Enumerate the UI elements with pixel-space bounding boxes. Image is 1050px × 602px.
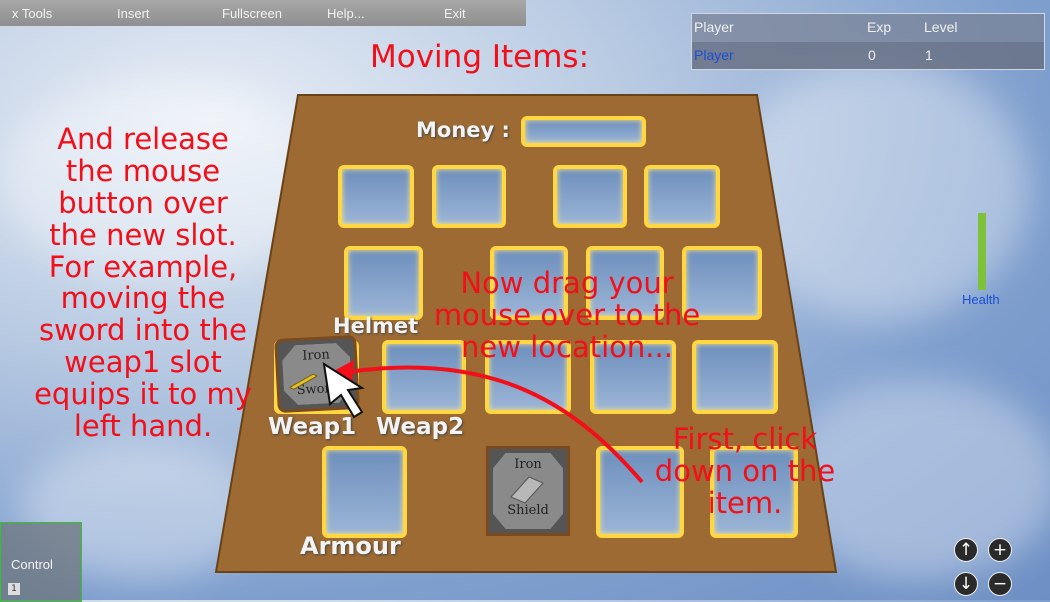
instruction-line: moving the bbox=[60, 281, 226, 316]
shield-name-line1: Iron bbox=[514, 457, 542, 472]
instruction-line: sword into the bbox=[39, 313, 247, 348]
armour-label: Armour bbox=[300, 532, 401, 560]
instruction-line: And release bbox=[57, 122, 229, 156]
weap2-label: Weap2 bbox=[376, 414, 465, 440]
camera-down-icon[interactable]: ↓ bbox=[954, 572, 978, 596]
shield-name-line2: Shield bbox=[507, 503, 549, 518]
instruction-click: First, click down on the item. bbox=[640, 422, 850, 520]
instruction-line: mouse over to the bbox=[433, 297, 701, 332]
money-label: Money : bbox=[416, 118, 510, 142]
instruction-line: weap1 slot bbox=[64, 345, 222, 380]
instruction-line: First, click bbox=[672, 422, 818, 456]
control-badge: 1 bbox=[8, 583, 20, 595]
inventory-slot[interactable] bbox=[553, 165, 627, 228]
instruction-release: And release the mouse button over the ne… bbox=[18, 122, 268, 444]
inventory-slot[interactable] bbox=[338, 165, 414, 228]
inventory-slot[interactable] bbox=[644, 165, 720, 228]
health-bar bbox=[978, 213, 986, 290]
instruction-line: equips it to my bbox=[34, 377, 252, 412]
zoom-in-icon[interactable]: + bbox=[988, 538, 1012, 562]
instruction-line: Now drag your bbox=[460, 266, 674, 300]
instruction-line: button over bbox=[58, 185, 228, 220]
instruction-line: down on the bbox=[654, 453, 836, 488]
zoom-out-icon[interactable]: − bbox=[988, 572, 1012, 596]
instruction-line: left hand. bbox=[73, 409, 213, 444]
arrow-cursor-icon bbox=[322, 362, 365, 419]
armour-slot[interactable] bbox=[322, 446, 407, 538]
instruction-line: the mouse bbox=[65, 153, 221, 188]
shield-icon bbox=[510, 476, 544, 504]
instruction-line: For example, bbox=[48, 249, 238, 284]
inventory-slot[interactable] bbox=[432, 165, 506, 228]
instruction-line: new location... bbox=[461, 329, 673, 364]
instruction-line: the new slot. bbox=[49, 217, 237, 252]
money-field bbox=[521, 116, 646, 147]
instruction-line: item. bbox=[707, 485, 783, 520]
health-label: Health bbox=[962, 292, 1000, 307]
control-panel[interactable]: Control 1 bbox=[0, 522, 82, 602]
camera-up-icon[interactable]: ↑ bbox=[954, 538, 978, 562]
iron-shield-item[interactable]: Iron Shield bbox=[486, 446, 570, 536]
instruction-drag: Now drag your mouse over to the new loca… bbox=[412, 266, 722, 364]
sword-icon bbox=[288, 373, 319, 390]
control-label: Control bbox=[11, 557, 53, 572]
